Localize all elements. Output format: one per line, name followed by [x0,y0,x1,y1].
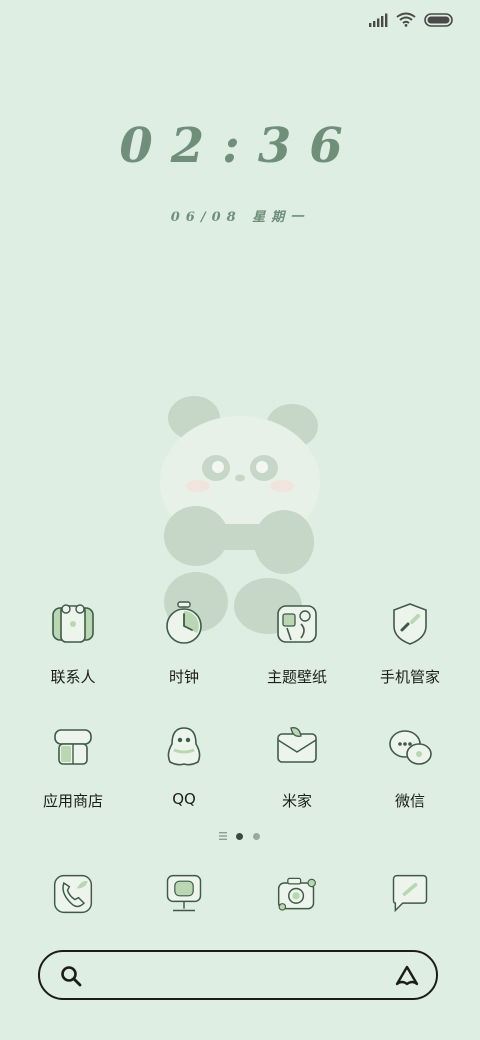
dock-phone[interactable] [13,872,133,916]
app-qq[interactable]: QQ [124,724,244,808]
app-label: QQ [172,790,196,808]
app-label: 主题壁纸 [266,668,327,686]
app-clock[interactable]: 时钟 [124,600,244,687]
phone-icon [53,874,93,914]
app-label: 米家 [281,792,312,810]
battery-icon [424,12,453,27]
app-label: 手机管家 [379,668,440,686]
browser-icon [166,874,202,912]
status-bar [0,0,480,40]
clock-icon [166,601,202,644]
page-dot-active [236,833,243,840]
assistant-icon[interactable] [394,964,420,988]
dock-browser[interactable] [124,872,244,916]
dock-messages[interactable] [350,872,470,916]
qq-icon [167,727,201,766]
app-themes[interactable]: 主题壁纸 [237,600,357,687]
mihome-icon [277,727,317,763]
app-store-icon [54,729,92,765]
app-mihome[interactable]: 米家 [237,724,357,811]
app-label: 时钟 [168,668,199,686]
app-contacts[interactable]: 联系人 [13,600,133,687]
security-icon [393,603,427,645]
page-list-icon [219,832,227,840]
app-security[interactable]: 手机管家 [350,600,470,687]
messages-icon [392,874,428,913]
page-indicator[interactable] [0,830,480,842]
app-label: 应用商店 [42,792,103,810]
app-label: 微信 [394,792,425,810]
lockscreen-date: 06/08 星期一 [170,210,310,225]
wifi-icon [396,12,416,27]
lockscreen-clock: 02:36 [119,118,361,174]
camera-icon [277,877,316,911]
contacts-icon [52,604,94,643]
app-label: 联系人 [50,668,96,686]
app-wechat[interactable]: 微信 [350,724,470,811]
themes-icon [277,605,317,643]
search-bar[interactable] [38,950,438,1000]
app-app-store[interactable]: 应用商店 [13,724,133,811]
search-icon[interactable] [60,965,82,987]
page-dot [253,833,260,840]
dock-camera[interactable] [237,872,357,916]
wechat-icon [389,730,432,765]
signal-icon [369,13,388,27]
